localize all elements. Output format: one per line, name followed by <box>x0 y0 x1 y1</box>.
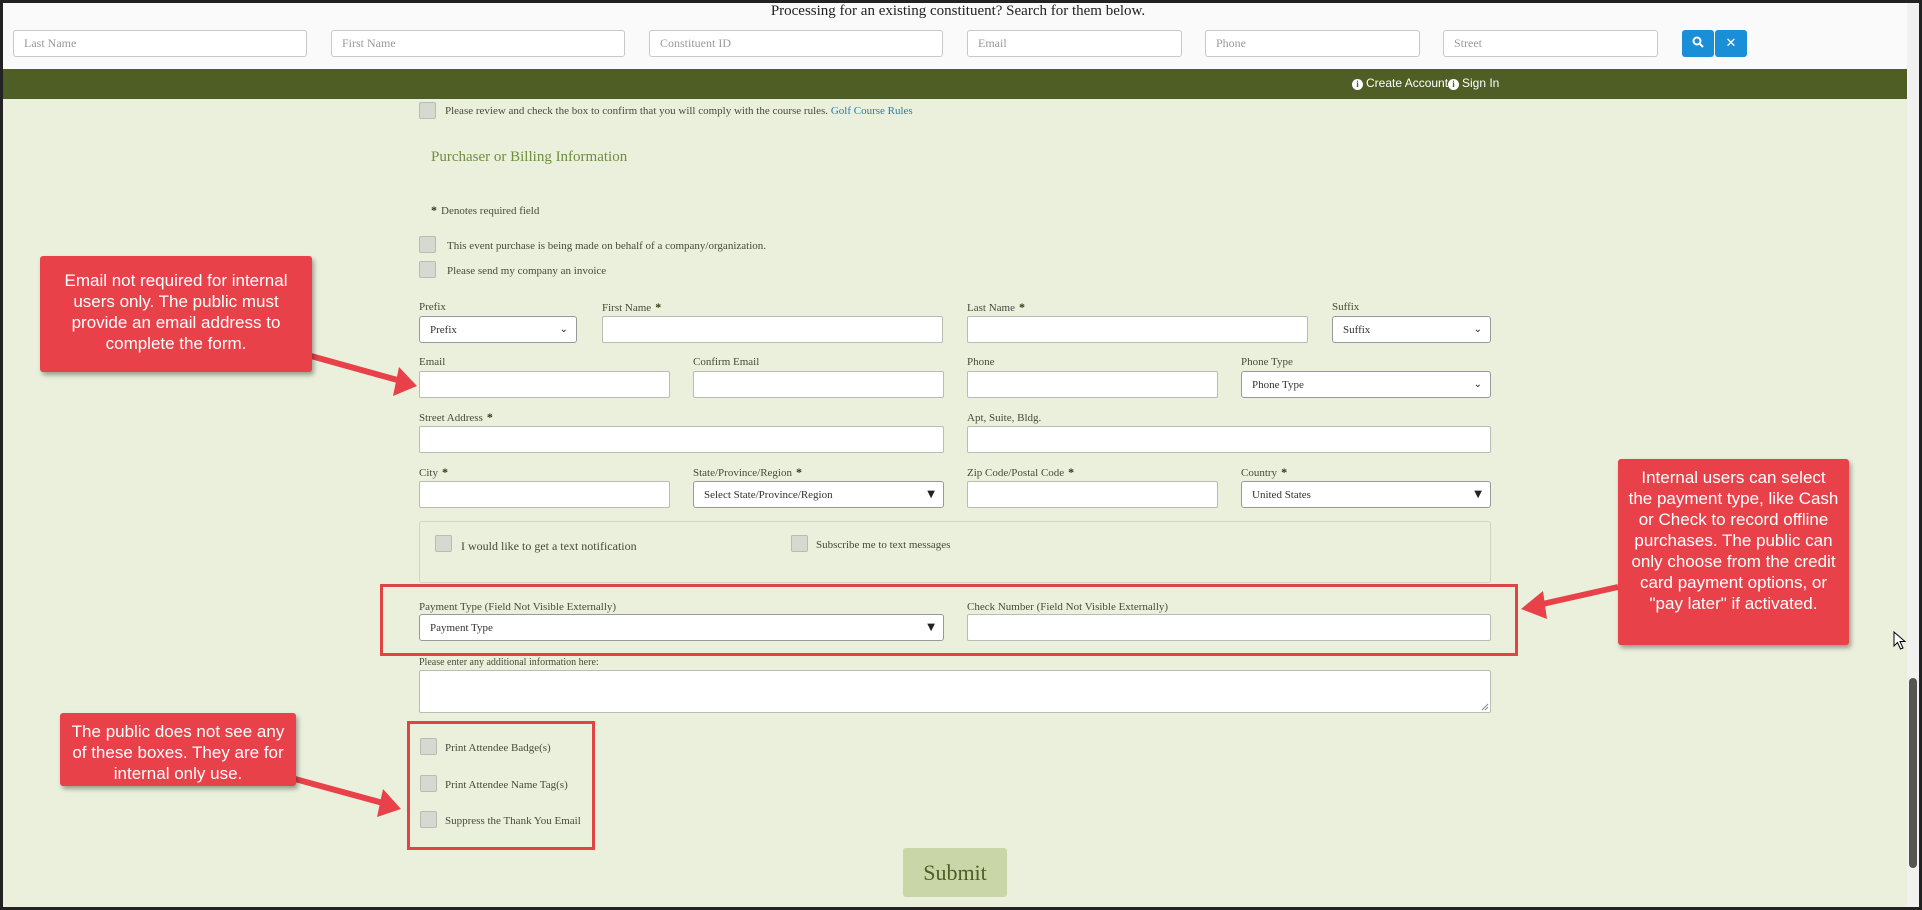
email-callout: Email not required for internal users on… <box>40 256 312 372</box>
payment-callout: Internal users can select the payment ty… <box>1618 459 1849 645</box>
mouse-cursor-icon <box>1893 631 1907 650</box>
arrow-to-payment <box>1521 584 1619 619</box>
scrollbar-thumb[interactable] <box>1909 678 1917 868</box>
arrow-to-internal-boxes <box>294 776 401 817</box>
internal-boxes-callout: The public does not see any of these box… <box>60 713 296 786</box>
arrow-to-email <box>310 353 417 396</box>
